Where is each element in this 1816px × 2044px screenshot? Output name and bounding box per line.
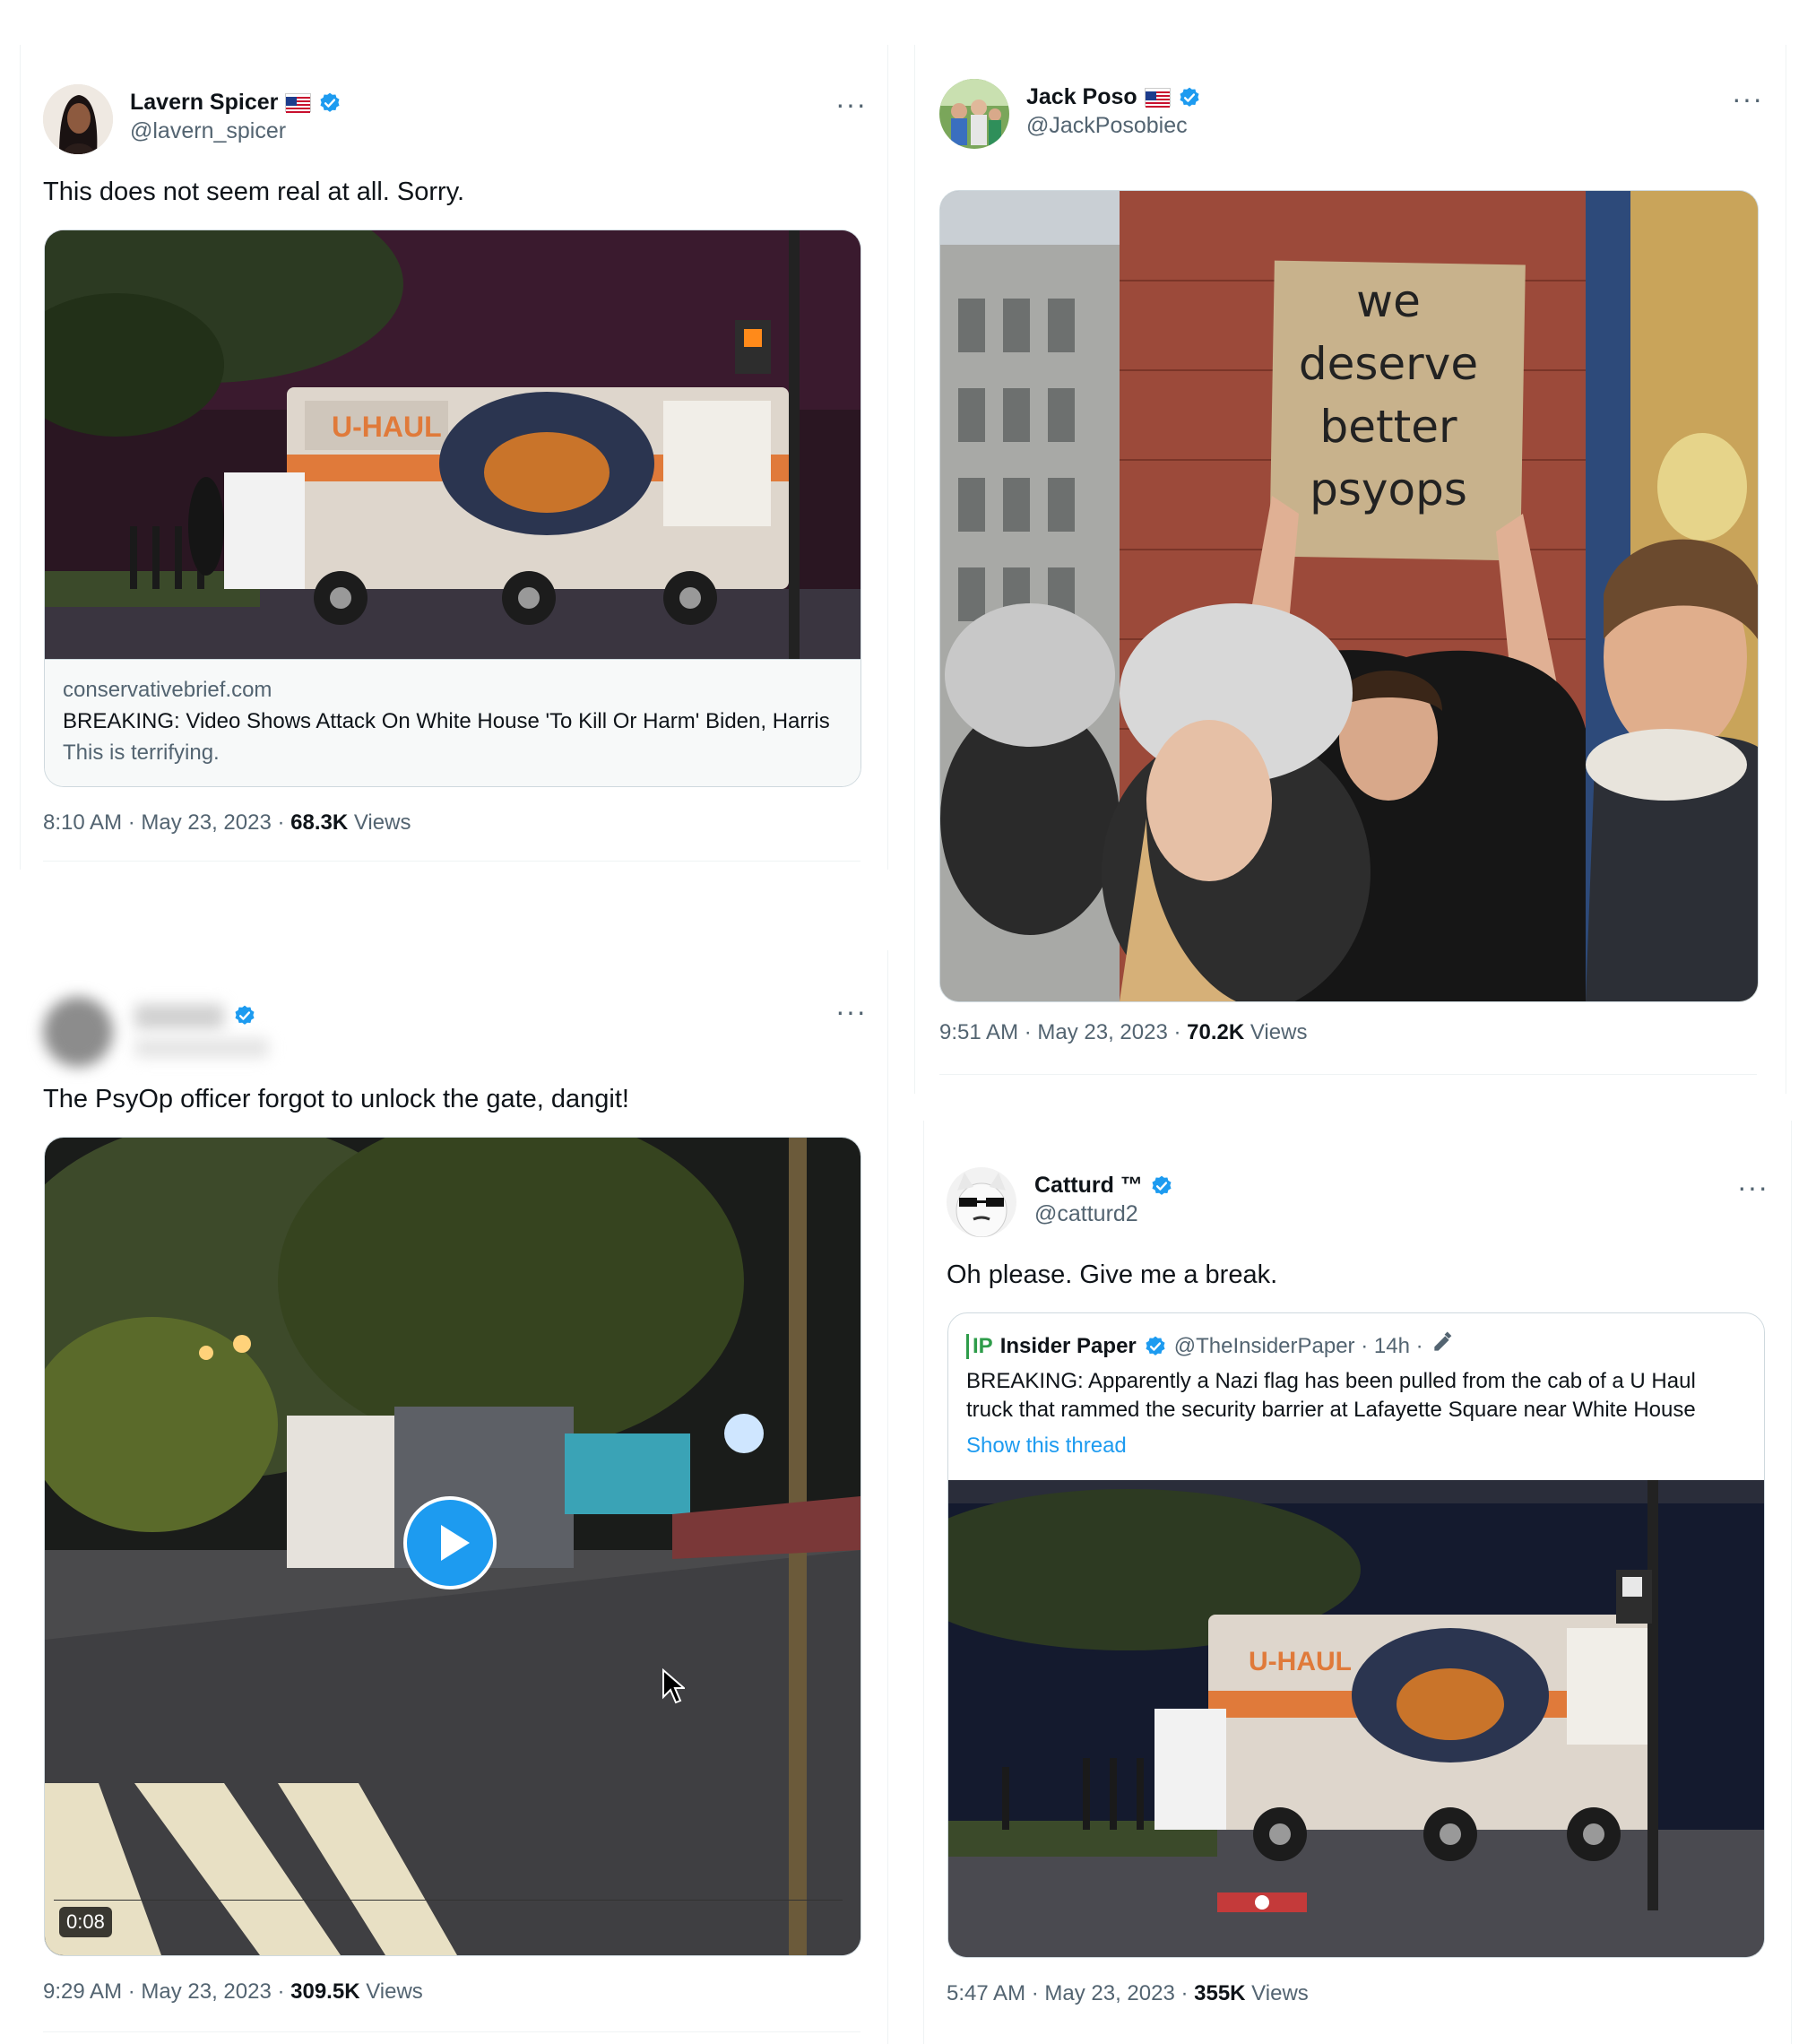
author-name[interactable]: Lavern Spicer [130, 90, 278, 116]
quote-handle-time: @TheInsiderPaper · 14h · [1173, 1333, 1423, 1358]
views-count: 68.3K [290, 810, 349, 835]
tweet-timestamp[interactable]: 5:47 AM · May 23, 2023 · [947, 1981, 1194, 2005]
more-options-icon[interactable]: ··· [1732, 84, 1763, 113]
quote-image[interactable]: U-HAUL [948, 1480, 1764, 1957]
views-label: Views [1244, 1020, 1308, 1044]
tweet-timestamp[interactable]: 8:10 AM · May 23, 2023 · [43, 810, 290, 835]
cursor-icon [662, 1668, 685, 1704]
quote-text-line-1: BREAKING: Apparently a Nazi flag has bee… [966, 1369, 1696, 1393]
more-options-icon[interactable]: ··· [1737, 1173, 1768, 1201]
truck-brand: U-HAUL [1249, 1647, 1352, 1676]
link-card-image: U-HAUL [45, 230, 860, 659]
tweet-meta: 5:47 AM · May 23, 2023 · 355K Views [947, 1981, 1309, 2006]
avatar[interactable] [43, 84, 113, 154]
tweet-text: This does not seem real at all. Sorry. [43, 178, 465, 206]
link-title: BREAKING: Video Shows Attack On White Ho… [63, 709, 830, 733]
author-handle[interactable]: @lavern_spicer [130, 118, 286, 144]
verified-badge-icon [1144, 1335, 1167, 1358]
views-label: Views [359, 1979, 423, 2004]
author-name-blurred [134, 1004, 224, 1029]
tweet-catturd[interactable]: Catturd ™ @catturd2 ··· Oh please. Give … [923, 1121, 1793, 2044]
play-button-icon[interactable] [403, 1496, 497, 1589]
video-duration-badge: 0:08 [59, 1907, 112, 1937]
tweet-lavern-spicer[interactable]: Lavern Spicer @lavern_spicer ··· This do… [0, 0, 896, 896]
quote-author-name[interactable]: Insider Paper [1000, 1334, 1137, 1359]
link-domain: conservativebrief.com [63, 678, 272, 702]
quote-tweet[interactable]: IP Insider Paper @TheInsiderPaper · 14h … [947, 1312, 1765, 1958]
tweet-text: The PsyOp officer forgot to unlock the g… [43, 1085, 629, 1113]
sign-line-2: deserve [1299, 338, 1478, 390]
views-count: 70.2K [1187, 1020, 1245, 1044]
author-name[interactable]: Catturd ™ [1034, 1173, 1143, 1199]
views-label: Views [1245, 1981, 1309, 2005]
tweet-video[interactable]: 0:08 [44, 1137, 861, 1956]
tweet-text: Oh please. Give me a break. [947, 1260, 1278, 1289]
avatar[interactable] [939, 79, 1009, 149]
avatar[interactable] [43, 997, 113, 1067]
us-flag-icon [285, 93, 312, 114]
quote-header: IP Insider Paper @TheInsiderPaper · 14h … [966, 1331, 1454, 1361]
views-count: 309.5K [290, 1979, 360, 2004]
verified-badge-icon [318, 91, 342, 115]
author-handle-blurred [134, 1038, 269, 1058]
tweet-timestamp[interactable]: 9:51 AM · May 23, 2023 · [939, 1020, 1187, 1044]
sign-line-1: we [1356, 275, 1421, 327]
show-thread-link[interactable]: Show this thread [966, 1433, 1127, 1459]
link-card[interactable]: U-HAUL conservativebrief.com BREAKING: V… [44, 230, 861, 787]
tweet-timestamp[interactable]: 9:29 AM · May 23, 2023 · [43, 1979, 290, 2004]
edited-pencil-icon [1431, 1331, 1454, 1361]
more-options-icon[interactable]: ··· [835, 997, 867, 1026]
sign-line-3: better [1319, 401, 1457, 453]
link-description: This is terrifying. [63, 741, 220, 765]
truck-brand: U-HAUL [332, 411, 442, 443]
more-options-icon[interactable]: ··· [835, 90, 867, 118]
author-handle[interactable]: @JackPosobiec [1026, 113, 1188, 139]
tweet-meta: 8:10 AM · May 23, 2023 · 68.3K Views [43, 810, 411, 836]
tweet-meta: 9:29 AM · May 23, 2023 · 309.5K Views [43, 1979, 423, 2005]
author-name[interactable]: Jack Poso [1026, 84, 1137, 110]
author-handle[interactable]: @catturd2 [1034, 1201, 1138, 1227]
insider-paper-logo-icon: IP [966, 1333, 993, 1359]
tweet-meta: 9:51 AM · May 23, 2023 · 70.2K Views [939, 1020, 1307, 1045]
avatar[interactable] [947, 1167, 1016, 1237]
us-flag-icon [1144, 88, 1171, 108]
verified-badge-icon [233, 1004, 256, 1027]
tweet-image[interactable]: we deserve better psyops [939, 190, 1759, 1002]
views-label: Views [348, 810, 411, 835]
verified-badge-icon [1178, 86, 1201, 109]
verified-badge-icon [1150, 1174, 1173, 1198]
tweet-blurred-author[interactable]: ··· The PsyOp officer forgot to unlock t… [0, 950, 887, 2044]
quote-text-line-2: truck that rammed the security barrier a… [966, 1398, 1696, 1422]
tweet-jack-poso[interactable]: Jack Poso @JackPosobiec ··· we deserve b… [914, 0, 1793, 1094]
views-count: 355K [1194, 1981, 1246, 2005]
sign-line-4: psyops [1310, 463, 1467, 515]
